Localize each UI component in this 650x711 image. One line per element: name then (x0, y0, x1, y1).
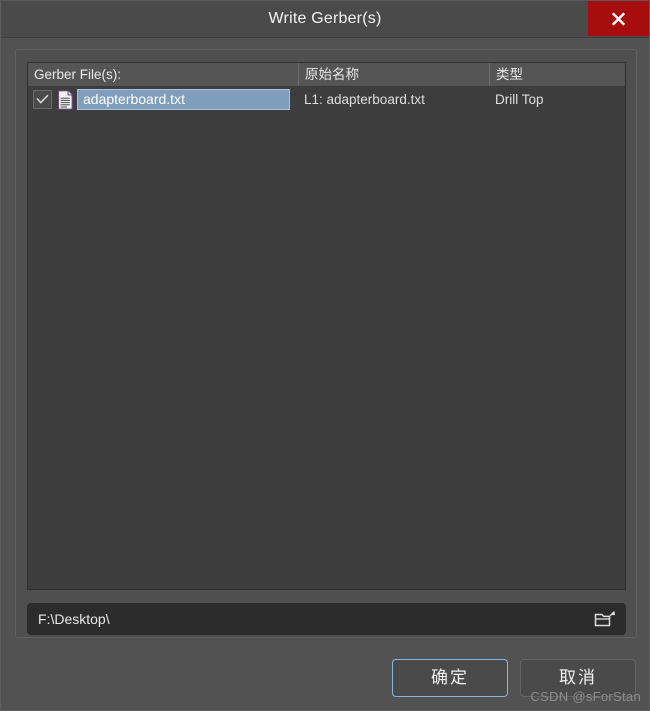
output-path-value[interactable]: F:\Desktop\ (38, 604, 110, 634)
cancel-button[interactable]: 取消 (520, 659, 636, 697)
column-header-type[interactable]: 类型 (489, 63, 625, 86)
close-button[interactable] (588, 1, 649, 36)
cell-type: Drill Top (495, 92, 544, 107)
check-icon (36, 94, 49, 105)
document-icon (57, 90, 74, 110)
ok-button[interactable]: 确定 (392, 659, 508, 697)
column-header-name[interactable]: Gerber File(s): (34, 63, 292, 86)
close-icon (610, 10, 627, 27)
table-row[interactable]: adapterboard.txt L1: adapterboard.txt Dr… (28, 87, 625, 112)
output-path-field[interactable]: F:\Desktop\ (27, 603, 626, 635)
open-folder-icon (594, 609, 616, 629)
gerber-file-list[interactable]: Gerber File(s): 原始名称 类型 adapterboard.txt… (27, 62, 626, 590)
window-title: Write Gerber(s) (268, 10, 382, 27)
browse-folder-button[interactable] (593, 608, 617, 630)
write-gerber-dialog: Write Gerber(s) Gerber File(s): 原始名称 类型 (0, 0, 650, 711)
gerber-files-panel: Gerber File(s): 原始名称 类型 adapterboard.txt… (15, 49, 637, 638)
file-name-input[interactable]: adapterboard.txt (77, 89, 290, 110)
row-checkbox[interactable] (33, 90, 52, 109)
title-bar: Write Gerber(s) (1, 1, 649, 38)
column-header-original-name[interactable]: 原始名称 (298, 63, 493, 86)
cell-original-name: L1: adapterboard.txt (304, 92, 425, 107)
list-header-row: Gerber File(s): 原始名称 类型 (28, 63, 625, 87)
